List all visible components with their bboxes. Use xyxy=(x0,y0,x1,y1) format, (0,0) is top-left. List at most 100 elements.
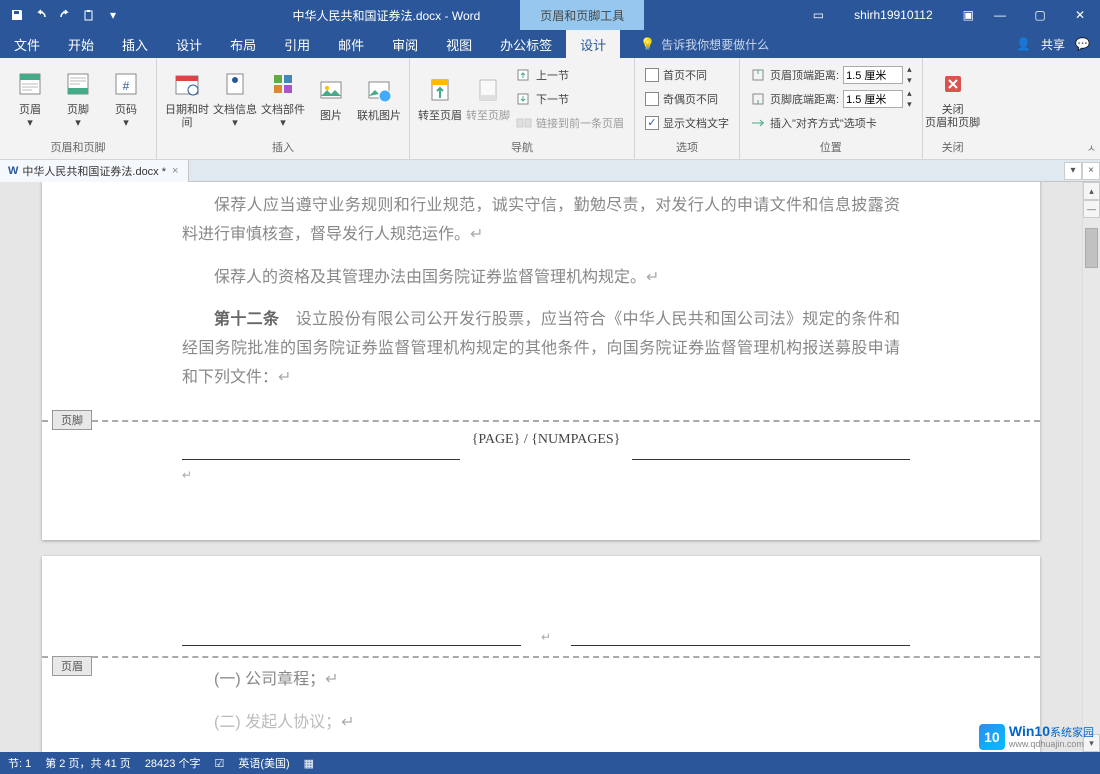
save-button[interactable] xyxy=(6,4,28,26)
tab-review[interactable]: 审阅 xyxy=(378,30,432,58)
paste-button[interactable] xyxy=(78,4,100,26)
group-label-nav: 导航 xyxy=(418,137,626,157)
show-document-text-checkbox[interactable]: ✓显示文档文字 xyxy=(643,112,731,134)
insert-alignment-tab-button[interactable]: 插入"对齐方式"选项卡 xyxy=(748,112,914,134)
close-doc-tab-icon[interactable]: × xyxy=(170,165,180,177)
status-word-count[interactable]: 28423 个字 xyxy=(145,755,201,771)
body-paragraph: 保荐人的资格及其管理办法由国务院证券监督管理机构规定。↵ xyxy=(182,264,900,293)
lightbulb-icon: 💡 xyxy=(640,37,655,51)
tab-references[interactable]: 引用 xyxy=(270,30,324,58)
ribbon-display-icon[interactable]: ▭ xyxy=(813,8,824,22)
ribbon-options-icon[interactable]: ▣ xyxy=(963,8,974,22)
goto-footer-button[interactable]: 转至页脚 xyxy=(466,64,510,134)
redo-button[interactable] xyxy=(54,4,76,26)
collapse-ribbon-icon[interactable]: ㅅ xyxy=(1087,140,1096,155)
title-bar: ▾ 中华人民共和国证券法.docx - Word 页眉和页脚工具 ▭ shirh… xyxy=(0,0,1100,30)
tell-me-search[interactable]: 💡 告诉我你想要做什么 xyxy=(620,30,1006,58)
quick-access-toolbar: ▾ xyxy=(0,4,130,26)
group-close: 关闭 页眉和页脚 关闭 xyxy=(923,58,983,159)
tab-hf-design[interactable]: 设计 xyxy=(566,30,620,58)
status-language[interactable]: 英语(美国) xyxy=(238,755,289,771)
split-icon[interactable]: — xyxy=(1083,200,1100,218)
macro-icon[interactable]: ▦ xyxy=(304,757,314,770)
group-header-footer: 页眉▾ 页脚▾ #页码▾ 页眉和页脚 xyxy=(0,58,157,159)
user-icon: 👤 xyxy=(1016,37,1031,51)
header-left-cell[interactable] xyxy=(182,645,521,646)
status-page[interactable]: 第 2 页，共 41 页 xyxy=(45,755,131,771)
document-tab-bar: W 中华人民共和国证券法.docx * × ▾ × xyxy=(0,160,1100,182)
document-tab-name: 中华人民共和国证券法.docx * xyxy=(22,163,166,179)
group-insert: 日期和时间 文档信息▾ 文档部件▾ 图片 联机图片 插入 xyxy=(157,58,410,159)
svg-text:#: # xyxy=(123,79,130,93)
footer-tag: 页脚 xyxy=(52,410,92,430)
footer-bottom-input[interactable] xyxy=(843,90,903,108)
header-right-cell[interactable] xyxy=(571,645,910,646)
tell-me-placeholder: 告诉我你想要做什么 xyxy=(661,36,769,53)
qat-dropdown-icon[interactable]: ▾ xyxy=(102,4,124,26)
share-button[interactable]: 共享 xyxy=(1041,36,1065,53)
picture-button[interactable]: 图片 xyxy=(309,64,353,134)
header-top-distance[interactable]: 页眉顶端距离:▴▾ xyxy=(748,64,914,86)
word-doc-icon: W xyxy=(8,165,18,177)
group-label-insert: 插入 xyxy=(165,137,401,157)
vertical-scrollbar[interactable]: ▴ — ▾ xyxy=(1082,182,1100,752)
tab-mailings[interactable]: 邮件 xyxy=(324,30,378,58)
page-number-button[interactable]: #页码▾ xyxy=(104,64,148,134)
first-page-different-checkbox[interactable]: 首页不同 xyxy=(643,64,731,86)
doc-parts-button[interactable]: 文档部件▾ xyxy=(261,64,305,134)
ribbon-tabs: 文件 开始 插入 设计 布局 引用 邮件 审阅 视图 办公标签 设计 💡 告诉我… xyxy=(0,30,1100,58)
footer-bottom-distance[interactable]: 页脚底端距离:▴▾ xyxy=(748,88,914,110)
next-section-button[interactable]: 下一节 xyxy=(514,88,626,110)
document-area: 保荐人应当遵守业务规则和行业规范，诚实守信，勤勉尽责，对发行人的申请文件和信息披… xyxy=(0,182,1100,752)
header-tag: 页眉 xyxy=(52,656,92,676)
spellcheck-icon[interactable]: ☑ xyxy=(214,757,224,770)
scroll-thumb[interactable] xyxy=(1085,228,1098,268)
odd-even-different-checkbox[interactable]: 奇偶页不同 xyxy=(643,88,731,110)
footer-button[interactable]: 页脚▾ xyxy=(56,64,100,134)
tab-file[interactable]: 文件 xyxy=(0,30,54,58)
document-tab[interactable]: W 中华人民共和国证券法.docx * × xyxy=(0,160,189,182)
date-time-button[interactable]: 日期和时间 xyxy=(165,64,209,134)
group-position: 页眉顶端距离:▴▾ 页脚底端距离:▴▾ 插入"对齐方式"选项卡 位置 xyxy=(740,58,923,159)
group-label-position: 位置 xyxy=(748,137,914,157)
online-picture-button[interactable]: 联机图片 xyxy=(357,64,401,134)
minimize-button[interactable]: — xyxy=(980,0,1020,30)
context-tab-label: 页眉和页脚工具 xyxy=(520,0,644,30)
page-1[interactable]: 保荐人应当遵守业务规则和行业规范，诚实守信，勤勉尽责，对发行人的申请文件和信息披… xyxy=(42,182,1040,540)
document-title: 中华人民共和国证券法.docx - Word xyxy=(292,7,480,24)
header-top-input[interactable] xyxy=(843,66,903,84)
status-section[interactable]: 节: 1 xyxy=(8,755,31,771)
footer-left-cell[interactable] xyxy=(182,420,460,460)
page-2[interactable]: ↵ 页眉 (一) 公司章程；↵ (二) 发起人协议；↵ xyxy=(42,556,1040,752)
close-header-footer-button[interactable]: 关闭 页眉和页脚 xyxy=(931,64,975,134)
group-label-close: 关闭 xyxy=(931,137,975,157)
tab-design[interactable]: 设计 xyxy=(162,30,216,58)
group-options: 首页不同 奇偶页不同 ✓显示文档文字 选项 xyxy=(635,58,740,159)
scroll-up-icon[interactable]: ▴ xyxy=(1083,182,1100,200)
link-previous-button[interactable]: 链接到前一条页眉 xyxy=(514,112,626,134)
doc-tab-dropdown-icon[interactable]: ▾ xyxy=(1064,162,1082,180)
prev-section-button[interactable]: 上一节 xyxy=(514,64,626,86)
tab-office-tab[interactable]: 办公标签 xyxy=(486,30,566,58)
footer-page-field[interactable]: {PAGE} / {NUMPAGES} xyxy=(460,420,633,460)
doc-tab-close-all-icon[interactable]: × xyxy=(1082,162,1100,180)
tab-layout[interactable]: 布局 xyxy=(216,30,270,58)
goto-header-button[interactable]: 转至页眉 xyxy=(418,64,462,134)
header-button[interactable]: 页眉▾ xyxy=(8,64,52,134)
header-center-cell[interactable]: ↵ xyxy=(521,630,571,646)
tab-insert[interactable]: 插入 xyxy=(108,30,162,58)
comments-icon[interactable]: 💬 xyxy=(1075,37,1090,51)
undo-button[interactable] xyxy=(30,4,52,26)
doc-info-button[interactable]: 文档信息▾ xyxy=(213,64,257,134)
tab-view[interactable]: 视图 xyxy=(432,30,486,58)
body-paragraph: 保荐人应当遵守业务规则和行业规范，诚实守信，勤勉尽责，对发行人的申请文件和信息披… xyxy=(182,192,900,250)
maximize-button[interactable]: ▢ xyxy=(1020,0,1060,30)
close-window-button[interactable]: ✕ xyxy=(1060,0,1100,30)
account-username[interactable]: shirh19910112 xyxy=(854,8,933,22)
status-bar: 节: 1 第 2 页，共 41 页 28423 个字 ☑ 英语(美国) ▦ xyxy=(0,752,1100,774)
ribbon: 页眉▾ 页脚▾ #页码▾ 页眉和页脚 日期和时间 文档信息▾ 文档部件▾ 图片 … xyxy=(0,58,1100,160)
tab-home[interactable]: 开始 xyxy=(54,30,108,58)
group-navigation: 转至页眉 转至页脚 上一节 下一节 链接到前一条页眉 导航 xyxy=(410,58,635,159)
footer-right-cell[interactable] xyxy=(632,420,910,460)
watermark: 10 Win10系统家园 www.qdhuajin.com xyxy=(979,724,1094,750)
